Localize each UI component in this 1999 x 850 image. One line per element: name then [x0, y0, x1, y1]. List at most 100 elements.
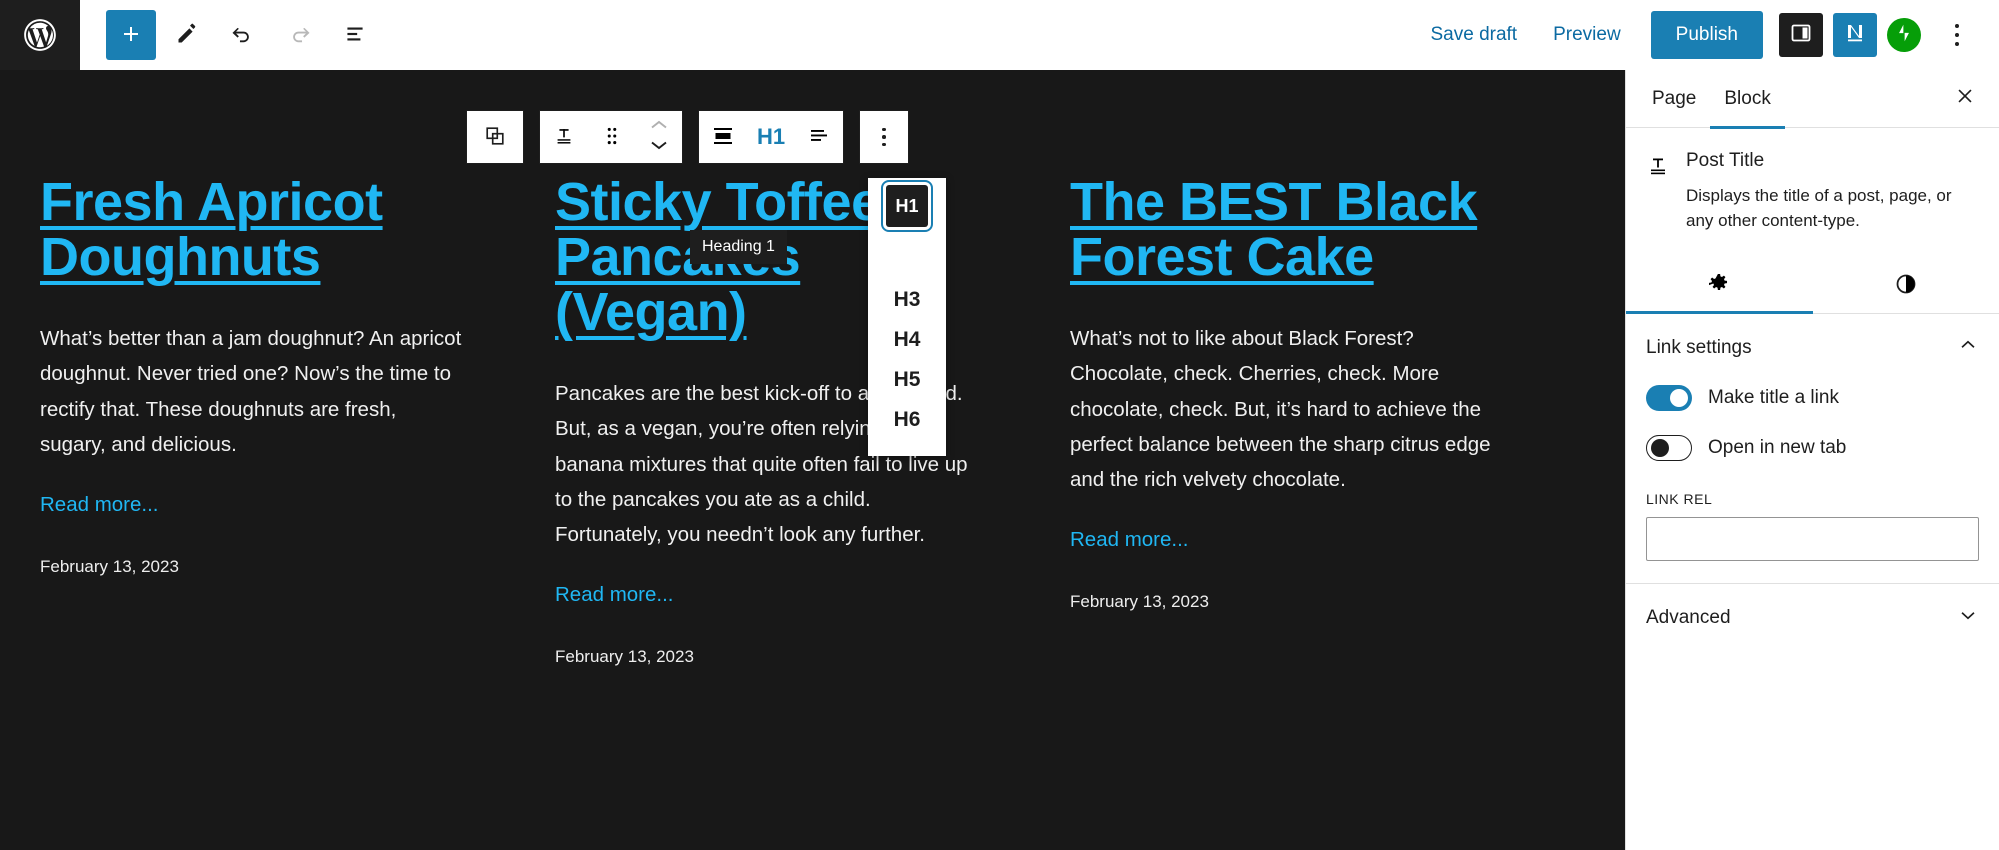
- tab-block[interactable]: Block: [1710, 70, 1786, 129]
- editor-top-bar: Save draft Preview Publish: [0, 0, 1999, 70]
- top-bar-right-actions: Save draft Preview Publish: [1412, 11, 1999, 59]
- settings-sidebar: Page Block Post Title Displays the title…: [1625, 70, 1999, 850]
- kebab-menu-icon: [882, 127, 886, 147]
- notion-button[interactable]: [1833, 13, 1877, 57]
- settings-sidebar-toggle-button[interactable]: [1779, 13, 1823, 57]
- editor-options-button[interactable]: [1937, 13, 1977, 57]
- block-align-button[interactable]: [699, 111, 747, 163]
- make-title-link-row: Make title a link: [1646, 385, 1979, 412]
- tab-settings[interactable]: [1626, 257, 1813, 315]
- redo-button[interactable]: [274, 10, 324, 60]
- link-settings-title: Link settings: [1646, 336, 1752, 358]
- list-view-icon: [342, 21, 368, 50]
- wordpress-logo-icon: [21, 16, 59, 54]
- top-bar-left-tools: [80, 10, 380, 60]
- sidebar-tabs: Page Block: [1626, 70, 1999, 129]
- text-align-button[interactable]: [795, 111, 843, 163]
- open-new-tab-toggle[interactable]: [1646, 435, 1692, 462]
- dropdown-tooltip-gap: [868, 234, 946, 264]
- letter-n-icon: [1843, 21, 1867, 50]
- parent-block-group: [466, 110, 524, 164]
- heading-tooltip: Heading 1: [690, 230, 787, 264]
- pencil-icon: [175, 22, 199, 49]
- add-block-button[interactable]: [106, 10, 156, 60]
- kebab-dot: [1955, 33, 1959, 37]
- align-block-icon: [711, 125, 735, 150]
- edit-tool-button[interactable]: [162, 10, 212, 60]
- drag-dots-icon: [603, 125, 621, 150]
- link-settings-section: Link settings Make title a link Open in …: [1626, 314, 1999, 585]
- editor-canvas: Fresh Apricot Doughnuts What’s better th…: [0, 70, 1625, 850]
- jetpack-button[interactable]: [1887, 18, 1921, 52]
- redo-arrow-icon: [286, 21, 312, 50]
- select-parent-block-button[interactable]: [467, 111, 523, 163]
- heading-option-h4[interactable]: H4: [868, 320, 946, 360]
- tab-styles[interactable]: [1813, 257, 1999, 313]
- block-title: Post Title: [1686, 150, 1765, 171]
- tab-page[interactable]: Page: [1638, 70, 1710, 128]
- heading-option-h1[interactable]: H1: [868, 178, 946, 234]
- block-format-group: H1: [698, 110, 844, 164]
- post-card-3: The BEST Black Forest Cake What’s not to…: [1070, 70, 1585, 667]
- preview-button[interactable]: Preview: [1535, 14, 1639, 56]
- undo-button[interactable]: [218, 10, 268, 60]
- move-down-button[interactable]: [649, 138, 669, 157]
- sidebar-panel-icon: [1789, 21, 1813, 50]
- block-more-options-button[interactable]: [860, 111, 908, 163]
- save-draft-button[interactable]: Save draft: [1412, 14, 1535, 56]
- post-title-icon: [1646, 150, 1672, 233]
- kebab-dot: [1955, 42, 1959, 46]
- post-title-icon: [553, 125, 575, 150]
- read-more-link[interactable]: Read more...: [555, 583, 674, 607]
- link-rel-label: LINK REL: [1646, 491, 1713, 508]
- block-description: Displays the title of a post, page, or a…: [1686, 186, 1952, 230]
- post-title-link[interactable]: Fresh Apricot Doughnuts: [40, 174, 465, 285]
- make-title-link-label: Make title a link: [1708, 387, 1839, 409]
- dropdown-bottom-pad: [868, 440, 946, 456]
- block-info-text: Post Title Displays the title of a post,…: [1686, 150, 1979, 233]
- block-toolbar: H1: [466, 110, 909, 164]
- heading-option-h6[interactable]: H6: [868, 400, 946, 440]
- move-up-button[interactable]: [649, 118, 669, 137]
- text-align-left-icon: [807, 125, 831, 150]
- block-mover-group: [539, 110, 683, 164]
- chevron-down-icon: [1957, 604, 1979, 631]
- read-more-link[interactable]: Read more...: [40, 493, 159, 517]
- advanced-section-header[interactable]: Advanced: [1626, 584, 1999, 651]
- wordpress-logo-button[interactable]: [0, 0, 80, 70]
- advanced-title: Advanced: [1646, 606, 1731, 628]
- gear-icon: [1707, 272, 1731, 299]
- heading-option-h1-label: H1: [881, 180, 933, 232]
- post-date: February 13, 2023: [555, 647, 694, 667]
- link-settings-header[interactable]: Link settings: [1646, 334, 1979, 361]
- block-mover-buttons: [636, 111, 682, 163]
- plus-icon: [119, 22, 143, 49]
- heading-level-label: H1: [756, 124, 786, 149]
- post-date: February 13, 2023: [40, 557, 179, 577]
- open-new-tab-row: Open in new tab: [1646, 435, 1979, 462]
- heading-option-h5[interactable]: H5: [868, 360, 946, 400]
- document-overview-button[interactable]: [330, 10, 380, 60]
- dropdown-top-pad: [868, 264, 946, 280]
- publish-button[interactable]: Publish: [1650, 11, 1763, 59]
- heading-option-h3[interactable]: H3: [868, 280, 946, 320]
- close-sidebar-button[interactable]: [1945, 79, 1985, 119]
- block-info: Post Title Displays the title of a post,…: [1626, 128, 1999, 241]
- heading-level-button[interactable]: H1: [747, 111, 795, 163]
- make-title-link-toggle[interactable]: [1646, 385, 1692, 412]
- jetpack-bolt-icon: [1893, 22, 1915, 49]
- post-date: February 13, 2023: [1070, 592, 1209, 612]
- block-options-group: [859, 110, 909, 164]
- post-excerpt: What’s not to like about Black Forest? C…: [1070, 327, 1491, 492]
- heading-level-dropdown: H1 H3 H4 H5 H6: [868, 178, 946, 456]
- link-rel-input[interactable]: [1646, 517, 1979, 562]
- post-title-link[interactable]: The BEST Black Forest Cake: [1070, 174, 1495, 285]
- close-x-icon: [1954, 85, 1976, 112]
- chevron-up-icon: [1957, 334, 1979, 361]
- parent-block-icon: [484, 125, 506, 150]
- contrast-half-circle-icon: [1894, 272, 1918, 299]
- block-type-button[interactable]: [540, 111, 588, 163]
- drag-handle-button[interactable]: [588, 111, 636, 163]
- post-excerpt: What’s better than a jam doughnut? An ap…: [40, 327, 462, 456]
- read-more-link[interactable]: Read more...: [1070, 528, 1189, 552]
